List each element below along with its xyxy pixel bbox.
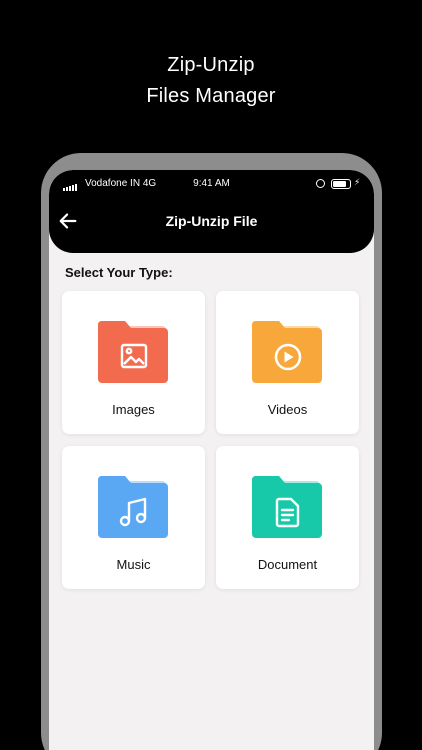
type-card-music[interactable]: Music [62, 446, 205, 589]
promo-title-line1: Zip-Unzip [167, 54, 255, 76]
promo-caption: Zip-Unzip Files Manager [0, 50, 422, 112]
type-label-document: Document [257, 557, 318, 572]
app-screen: Vodafone IN 4G 9:41 AM ⚡ Zip-Unzip File … [49, 170, 374, 750]
type-card-document[interactable]: Document [216, 446, 359, 589]
status-time: 9:41 AM [193, 178, 230, 189]
app-bar: Vodafone IN 4G 9:41 AM ⚡ Zip-Unzip File [49, 170, 374, 253]
section-title: Select Your Type: [65, 265, 173, 280]
type-label-videos: Videos [267, 402, 308, 417]
music-folder-icon [98, 476, 168, 538]
videos-folder-icon [252, 321, 322, 383]
status-bar: Vodafone IN 4G 9:41 AM ⚡ [49, 176, 374, 192]
document-folder-icon [252, 476, 322, 538]
images-folder-icon [98, 321, 168, 383]
charging-icon: ⚡ [354, 177, 361, 187]
promo-title-line2: Files Manager [146, 85, 276, 107]
type-card-images[interactable]: Images [62, 291, 205, 434]
page-title: Zip-Unzip File [165, 213, 258, 229]
type-label-images: Images [112, 402, 155, 417]
type-label-music: Music [116, 557, 151, 572]
orientation-lock-icon [316, 179, 325, 188]
type-card-videos[interactable]: Videos [216, 291, 359, 434]
battery-icon [331, 179, 351, 189]
